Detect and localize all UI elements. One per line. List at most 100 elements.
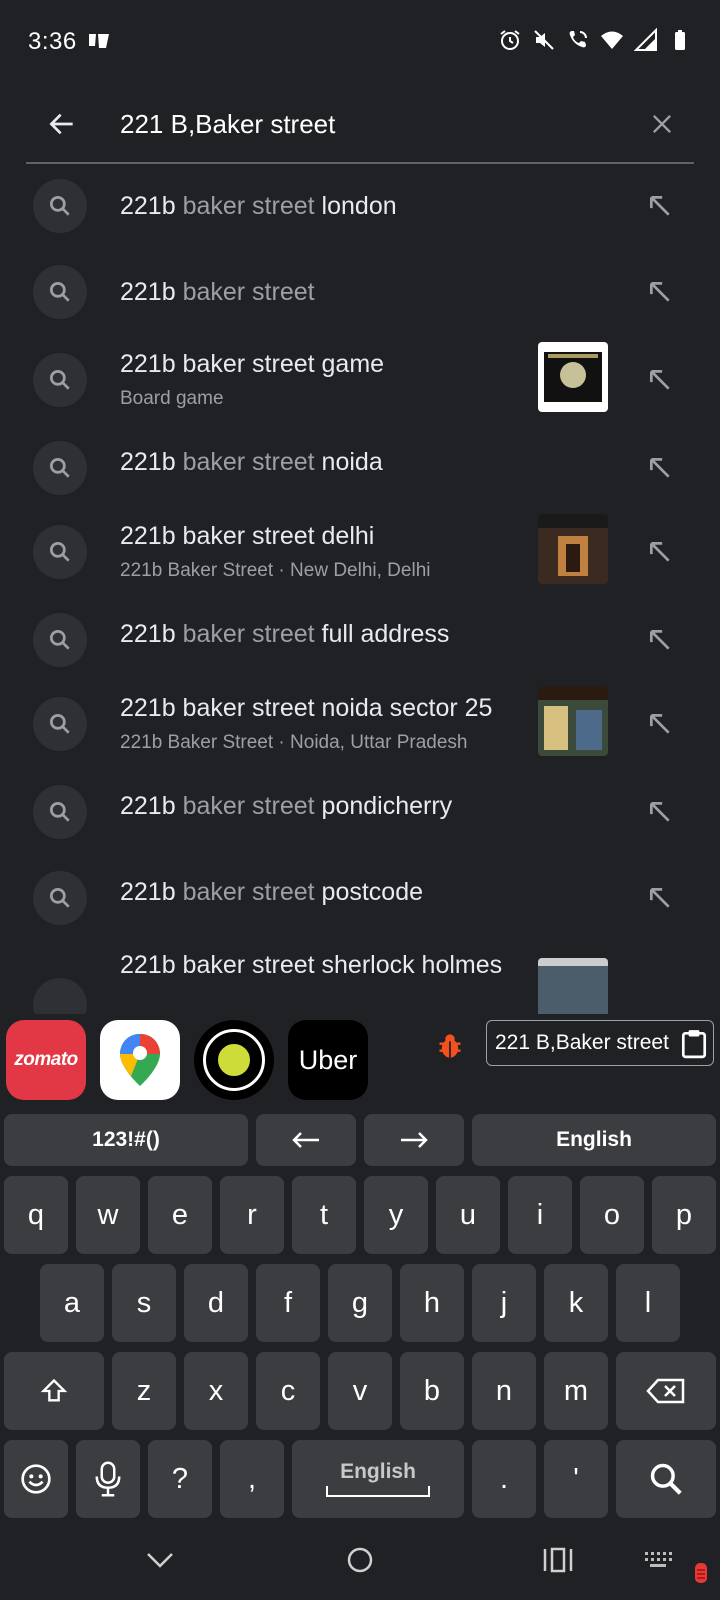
language-key[interactable]: English xyxy=(472,1114,716,1166)
clipboard-suggestion-chip[interactable]: 221 B,Baker street xyxy=(486,1020,714,1066)
map-pin-icon xyxy=(120,1034,160,1086)
question-key[interactable]: ? xyxy=(148,1440,212,1518)
cursor-right-key[interactable] xyxy=(364,1114,464,1166)
zomato-app-icon[interactable]: zomato xyxy=(6,1020,86,1100)
key-s[interactable]: s xyxy=(112,1264,176,1342)
suggestion-text: 221b baker street noida xyxy=(120,448,383,476)
backspace-key[interactable] xyxy=(616,1352,716,1430)
fill-query-button[interactable] xyxy=(640,448,680,488)
arrow-left-icon xyxy=(292,1132,319,1148)
suggestion-item[interactable]: 221b baker street london xyxy=(0,166,720,246)
key-c[interactable]: c xyxy=(256,1352,320,1430)
keyboard-switch-button[interactable] xyxy=(636,1538,680,1582)
suggestion-item[interactable]: 221b baker street full address xyxy=(0,600,720,680)
keyboard-icon xyxy=(645,1552,672,1567)
arrow-up-left-icon xyxy=(649,629,670,650)
fill-query-button[interactable] xyxy=(640,272,680,312)
space-key[interactable]: English xyxy=(292,1440,464,1518)
key-u[interactable]: u xyxy=(436,1176,500,1254)
key-d[interactable]: d xyxy=(184,1264,248,1342)
key-m[interactable]: m xyxy=(544,1352,608,1430)
cursor-left-key[interactable] xyxy=(256,1114,356,1166)
key-x[interactable]: x xyxy=(184,1352,248,1430)
fill-query-button[interactable] xyxy=(640,360,680,400)
microphone-icon xyxy=(95,1461,121,1497)
search-icon xyxy=(33,785,87,839)
symbols-key[interactable]: 123!#() xyxy=(4,1114,248,1166)
suggestion-item[interactable]: 221b baker street sherlock holmes xyxy=(0,938,720,1014)
suggestion-thumbnail xyxy=(538,342,608,412)
wifi-call-icon xyxy=(569,31,587,48)
suggestion-thumbnail xyxy=(538,514,608,584)
key-a[interactable]: a xyxy=(40,1264,104,1342)
search-divider xyxy=(26,162,694,164)
emoji-key[interactable] xyxy=(4,1440,68,1518)
search-icon xyxy=(33,525,87,579)
key-h[interactable]: h xyxy=(400,1264,464,1342)
clear-button[interactable] xyxy=(640,102,684,146)
suggestion-item[interactable]: 221b baker street delhi 221b Baker Stree… xyxy=(0,510,720,594)
suggestion-item[interactable]: 221b baker street pondicherry xyxy=(0,772,720,852)
search-bar xyxy=(0,86,720,164)
ola-app-icon[interactable] xyxy=(194,1020,274,1100)
key-k[interactable]: k xyxy=(544,1264,608,1342)
key-i[interactable]: i xyxy=(508,1176,572,1254)
fill-query-button[interactable] xyxy=(640,878,680,918)
fill-query-button[interactable] xyxy=(640,792,680,832)
voice-input-key[interactable] xyxy=(76,1440,140,1518)
nav-recents-button[interactable] xyxy=(536,1538,580,1582)
arrow-up-left-icon xyxy=(649,541,670,562)
period-key[interactable]: . xyxy=(472,1440,536,1518)
key-n[interactable]: n xyxy=(472,1352,536,1430)
key-j[interactable]: j xyxy=(472,1264,536,1342)
search-input[interactable] xyxy=(120,104,620,144)
key-g[interactable]: g xyxy=(328,1264,392,1342)
fill-query-button[interactable] xyxy=(640,186,680,226)
emoji-icon xyxy=(21,1464,51,1494)
key-l[interactable]: l xyxy=(616,1264,680,1342)
key-o[interactable]: o xyxy=(580,1176,644,1254)
shift-key[interactable] xyxy=(4,1352,104,1430)
suggestion-item[interactable]: 221b baker street postcode xyxy=(0,858,720,938)
nav-back-button[interactable] xyxy=(138,1538,182,1582)
suggestion-text: 221b baker street noida sector 25 xyxy=(120,694,493,722)
search-icon xyxy=(33,978,87,1014)
key-f[interactable]: f xyxy=(256,1264,320,1342)
clipboard-icon xyxy=(681,1030,707,1059)
search-icon xyxy=(33,441,87,495)
fill-query-button[interactable] xyxy=(640,620,680,660)
key-y[interactable]: y xyxy=(364,1176,428,1254)
suggestion-subtitle: 221b Baker Street · New Delhi, Delhi xyxy=(120,560,431,581)
comma-key[interactable]: , xyxy=(220,1440,284,1518)
key-z[interactable]: z xyxy=(112,1352,176,1430)
key-v[interactable]: v xyxy=(328,1352,392,1430)
suggestion-text: 221b baker street sherlock holmes xyxy=(120,951,503,979)
key-b[interactable]: b xyxy=(400,1352,464,1430)
suggestion-item[interactable]: 221b baker street xyxy=(0,252,720,332)
fill-query-button[interactable] xyxy=(640,704,680,744)
suggestion-text: 221b baker street game xyxy=(120,350,385,378)
back-button[interactable] xyxy=(40,102,84,146)
suggestion-item[interactable]: 221b baker street noida sector 25 221b B… xyxy=(0,682,720,766)
search-key[interactable] xyxy=(616,1440,716,1518)
battery-icon xyxy=(675,30,685,50)
key-r[interactable]: r xyxy=(220,1176,284,1254)
key-t[interactable]: t xyxy=(292,1176,356,1254)
space-label: English xyxy=(340,1460,416,1483)
suggestion-item[interactable]: 221b baker street noida xyxy=(0,428,720,508)
key-q[interactable]: q xyxy=(4,1176,68,1254)
suggestion-item[interactable]: 221b baker street game Board game xyxy=(0,338,720,422)
keyboard: 123!#() English q w e r t y u i o p a s … xyxy=(0,1104,720,1520)
uber-app-icon[interactable]: Uber xyxy=(288,1020,368,1100)
google-maps-app-icon[interactable] xyxy=(100,1020,180,1100)
bug-icon[interactable] xyxy=(436,1032,464,1060)
navigation-bar xyxy=(0,1520,720,1600)
nav-home-button[interactable] xyxy=(338,1538,382,1582)
home-circle-icon xyxy=(347,1547,373,1573)
key-w[interactable]: w xyxy=(76,1176,140,1254)
fill-query-button[interactable] xyxy=(640,532,680,572)
key-p[interactable]: p xyxy=(652,1176,716,1254)
apostrophe-key[interactable]: ' xyxy=(544,1440,608,1518)
key-e[interactable]: e xyxy=(148,1176,212,1254)
suggestion-thumbnail xyxy=(538,686,608,756)
